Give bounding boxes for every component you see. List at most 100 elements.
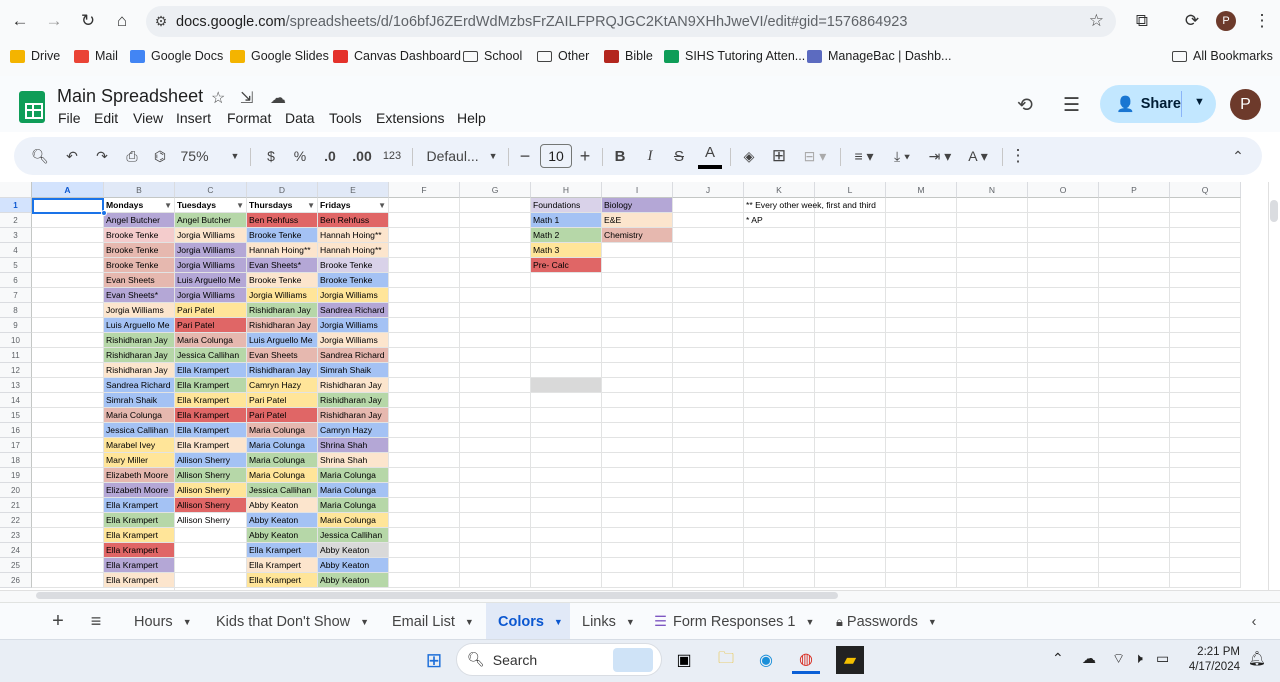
zoom-select[interactable]: 75% ▼ <box>180 137 240 175</box>
grid-cell[interactable] <box>32 333 104 348</box>
grid-cell[interactable] <box>815 573 886 588</box>
grid-cell[interactable] <box>531 528 602 543</box>
data-cell[interactable]: Evan Sheets* <box>104 288 175 303</box>
data-cell[interactable]: Allison Sherry <box>175 453 247 468</box>
profile-avatar[interactable]: P <box>1212 8 1240 34</box>
bookmark-item[interactable]: Drive <box>10 44 60 68</box>
data-cell[interactable]: Foundations <box>531 198 602 213</box>
data-cell[interactable]: ** Every other week, first and third <box>744 198 876 213</box>
grid-cell[interactable] <box>32 318 104 333</box>
row-header[interactable]: 22 <box>0 513 32 528</box>
column-header[interactable]: F <box>389 182 460 198</box>
data-cell[interactable]: Maria Colunga <box>104 408 175 423</box>
grid-cell[interactable] <box>531 273 602 288</box>
grid-cell[interactable] <box>1170 543 1241 558</box>
data-cell[interactable]: Maria Colunga <box>318 513 389 528</box>
grid-cell[interactable] <box>744 528 815 543</box>
grid-cell[interactable] <box>815 258 886 273</box>
grid-cell[interactable] <box>1170 363 1241 378</box>
grid-cell[interactable] <box>32 558 104 573</box>
data-cell[interactable]: Sandrea Richard <box>104 378 175 393</box>
filter-icon[interactable]: ▼ <box>164 199 172 212</box>
file-explorer-icon[interactable]: 🗀 <box>712 646 740 674</box>
increase-font-size-icon[interactable]: + <box>576 137 594 175</box>
grid-cell[interactable] <box>460 348 531 363</box>
grid-cell[interactable] <box>957 393 1028 408</box>
grid-cell[interactable] <box>744 228 815 243</box>
strikethrough-icon[interactable]: S <box>668 137 690 175</box>
grid-cell[interactable] <box>1170 528 1241 543</box>
row-header[interactable]: 1 <box>0 198 32 213</box>
grid-cell[interactable] <box>602 318 673 333</box>
data-cell[interactable]: Jorgia Williams <box>104 303 175 318</box>
grid-cell[interactable] <box>32 423 104 438</box>
grid-cell[interactable] <box>815 468 886 483</box>
extensions-icon[interactable]: ⧉ <box>1128 8 1156 34</box>
column-header[interactable]: C <box>175 182 247 198</box>
grid-cell[interactable] <box>1099 393 1170 408</box>
grid-cell[interactable] <box>1170 333 1241 348</box>
grid-cell[interactable] <box>460 408 531 423</box>
grid-cell[interactable] <box>1028 513 1099 528</box>
grid-cell[interactable] <box>460 393 531 408</box>
data-cell[interactable]: Evan Sheets* <box>247 258 318 273</box>
grid-cell[interactable] <box>744 258 815 273</box>
grid-cell[interactable] <box>886 453 957 468</box>
data-cell[interactable]: Camryn Hazy <box>318 423 389 438</box>
grid-cell[interactable] <box>1170 213 1241 228</box>
paint-format-icon[interactable]: ⌬ <box>148 137 172 175</box>
grid-cell[interactable] <box>389 513 460 528</box>
chevron-down-icon[interactable]: ▼ <box>465 617 474 627</box>
grid-cell[interactable] <box>815 558 886 573</box>
row-header[interactable]: 15 <box>0 408 32 423</box>
grid-cell[interactable] <box>602 558 673 573</box>
grid-cell[interactable] <box>673 378 744 393</box>
grid-cell[interactable] <box>1028 258 1099 273</box>
grid-cell[interactable] <box>1099 213 1170 228</box>
grid-cell[interactable] <box>1170 258 1241 273</box>
grid-cell[interactable] <box>886 228 957 243</box>
column-header[interactable]: J <box>673 182 744 198</box>
data-cell[interactable]: Maria Colunga <box>247 453 318 468</box>
grid-cell[interactable] <box>744 378 815 393</box>
row-header[interactable]: 18 <box>0 453 32 468</box>
grid-cell[interactable] <box>886 483 957 498</box>
grid-cell[interactable] <box>531 348 602 363</box>
grid-cell[interactable] <box>602 288 673 303</box>
share-button[interactable]: 👤 Share ▼ <box>1100 85 1216 123</box>
grid-cell[interactable] <box>389 288 460 303</box>
grid-cell[interactable] <box>1099 228 1170 243</box>
grid-cell[interactable] <box>32 408 104 423</box>
data-cell[interactable]: Math 3 <box>531 243 602 258</box>
grid-cell[interactable] <box>886 258 957 273</box>
data-cell[interactable]: Jorgia Williams <box>175 258 247 273</box>
gray-cell[interactable] <box>531 378 602 393</box>
grid-cell[interactable] <box>815 438 886 453</box>
grid-cell[interactable] <box>1170 423 1241 438</box>
chevron-down-icon[interactable]: ▼ <box>360 617 369 627</box>
data-cell[interactable]: Evan Sheets <box>247 348 318 363</box>
sheet-tab[interactable]: Email List ▼ <box>380 603 476 640</box>
menu-file[interactable]: File <box>58 110 81 126</box>
grid-cell[interactable] <box>1028 438 1099 453</box>
row-header[interactable]: 5 <box>0 258 32 273</box>
data-cell[interactable]: Maria Colunga <box>247 438 318 453</box>
sticky-notes-icon[interactable]: ▰ <box>836 646 864 674</box>
grid-cell[interactable] <box>673 408 744 423</box>
data-cell[interactable]: Ella Krampert <box>104 573 175 588</box>
horizontal-scroll-thumb[interactable] <box>36 592 838 599</box>
grid-cell[interactable] <box>744 483 815 498</box>
grid-cell[interactable] <box>886 438 957 453</box>
grid-cell[interactable] <box>886 543 957 558</box>
data-cell[interactable]: Pari Patel <box>175 318 247 333</box>
grid-cell[interactable] <box>1099 408 1170 423</box>
bookmark-item[interactable]: Other <box>537 44 589 68</box>
column-title-cell[interactable]: Fridays ▼ <box>318 198 389 213</box>
data-cell[interactable]: Jorgia Williams <box>175 228 247 243</box>
all-sheets-icon[interactable]: ≡ <box>86 603 106 640</box>
user-avatar[interactable]: P <box>1230 89 1261 120</box>
grid-cell[interactable] <box>175 558 247 573</box>
filter-icon[interactable]: ▼ <box>236 199 244 212</box>
data-cell[interactable]: Luis Arguello Me <box>104 318 175 333</box>
add-sheet-icon[interactable]: + <box>48 603 68 640</box>
